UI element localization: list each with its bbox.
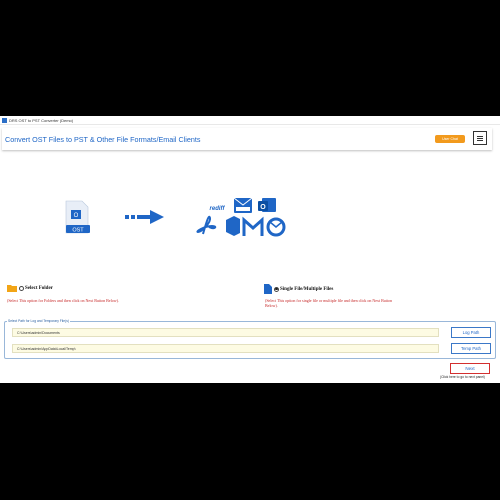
window-title: DRS OST to PST Converter (Demo): [9, 117, 74, 123]
path-group: Select Path for Log and Temporary File(s…: [4, 319, 496, 359]
app-window: DRS OST to PST Converter (Demo) Convert …: [0, 116, 500, 383]
svg-text:O: O: [260, 204, 266, 211]
title-bar: DRS OST to PST Converter (Demo): [0, 116, 500, 125]
gmail-icon: [242, 216, 264, 236]
svg-text:O: O: [74, 213, 79, 219]
temp-path-button[interactable]: Temp Path: [451, 343, 491, 354]
arrow-right-icon: [125, 210, 164, 224]
menu-button[interactable]: [473, 131, 487, 145]
single-file-hint: (Select This option for single file or m…: [265, 298, 393, 309]
folder-icon: [7, 285, 17, 292]
outlook-icon: O: [258, 198, 276, 212]
file-icon: [264, 284, 272, 294]
temp-path-field[interactable]: C:\Users\admin\AppData\Local\Temp\: [12, 344, 439, 353]
select-folder-option[interactable]: Select Folder: [7, 284, 53, 292]
next-button[interactable]: Next: [450, 363, 490, 374]
single-file-radio[interactable]: [274, 286, 279, 292]
select-folder-hint: (Select This option for Folders and then…: [7, 298, 119, 303]
thunderbird-icon: [266, 217, 286, 237]
log-path-button[interactable]: Log Path: [451, 327, 491, 338]
user-chat-button[interactable]: User Chat: [435, 135, 465, 143]
next-hint: (Click here to go to next panel): [440, 375, 485, 379]
single-file-label: Single File/Multiple Files: [280, 286, 334, 292]
log-path-field[interactable]: C:\Users\admin\Documents: [12, 328, 439, 337]
office365-icon: [226, 216, 240, 236]
svg-text:rediff: rediff: [210, 206, 226, 212]
rediffmail-icon: rediff: [208, 201, 226, 213]
path-group-legend: Select Path for Log and Temporary File(s…: [7, 319, 70, 323]
app-icon: [2, 117, 7, 123]
header-banner: Convert OST Files to PST & Other File Fo…: [2, 128, 492, 150]
hamburger-icon: [477, 137, 483, 139]
single-file-option[interactable]: Single File/Multiple Files: [264, 284, 333, 294]
page-heading: Convert OST Files to PST & Other File Fo…: [5, 134, 201, 144]
mbox-icon: [233, 197, 253, 213]
pdf-icon: [196, 215, 217, 235]
select-folder-label: Select Folder: [25, 285, 53, 291]
select-folder-radio[interactable]: [19, 285, 24, 291]
conversion-graphic: O OST rediff O: [65, 197, 286, 237]
ost-label: OST: [72, 228, 84, 234]
